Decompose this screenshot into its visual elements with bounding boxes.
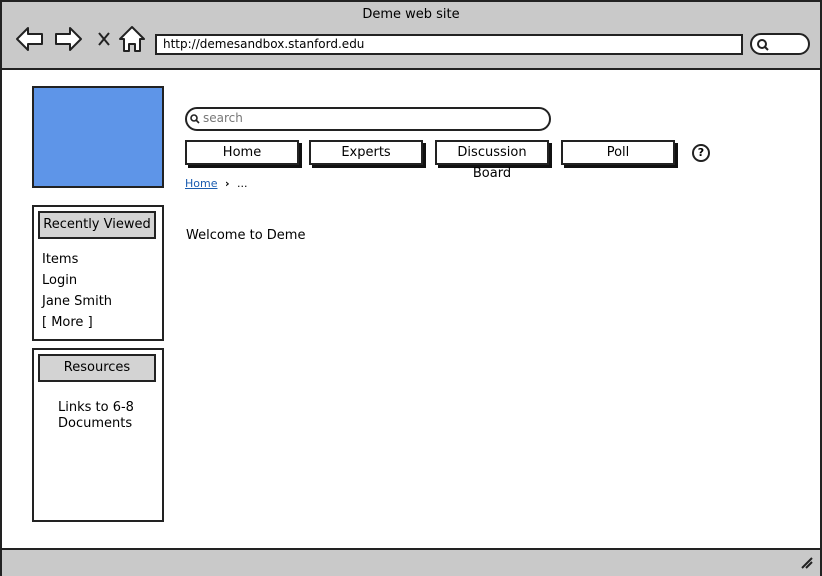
resources-panel: Resources Links to 6-8 Documents (32, 348, 164, 522)
address-bar[interactable]: http://demesandbox.stanford.edu (155, 34, 743, 55)
chevron-right-icon: › (224, 177, 230, 190)
recent-item-jane-smith[interactable]: Jane Smith (42, 291, 112, 312)
resources-text-line1: Links to 6-8 (58, 400, 134, 415)
help-icon[interactable]: ? (692, 144, 710, 162)
site-search-input[interactable]: search (185, 107, 551, 131)
tab-experts[interactable]: Experts (309, 140, 423, 165)
search-icon (757, 39, 769, 51)
home-icon[interactable] (118, 24, 148, 54)
browser-titlebar: Deme web site http://demesandbox.stanfor… (2, 2, 820, 70)
welcome-text: Welcome to Deme (186, 228, 306, 243)
tab-home[interactable]: Home (185, 140, 299, 165)
recent-item-more[interactable]: [ More ] (42, 312, 112, 333)
search-placeholder: search (203, 111, 243, 125)
resources-text-line2: Documents (58, 416, 133, 431)
window-title: Deme web site (362, 7, 460, 22)
recently-viewed-panel: Recently Viewed Items Login Jane Smith [… (32, 205, 164, 341)
resources-title: Resources (38, 354, 156, 382)
breadcrumb-home[interactable]: Home (185, 177, 217, 190)
browser-search-box[interactable] (750, 33, 810, 55)
forward-arrow-icon[interactable] (54, 24, 84, 54)
logo-placeholder (32, 86, 164, 188)
resize-grip-icon[interactable] (800, 556, 814, 570)
breadcrumb: Home › ... (185, 177, 248, 190)
browser-window: Deme web site http://demesandbox.stanfor… (0, 0, 822, 576)
resources-text: Links to 6-8 Documents (58, 400, 134, 432)
recently-viewed-title: Recently Viewed (38, 211, 156, 239)
search-icon (190, 114, 200, 124)
breadcrumb-current: ... (237, 177, 248, 190)
recent-item-login[interactable]: Login (42, 270, 112, 291)
recent-item-items[interactable]: Items (42, 249, 112, 270)
tab-discussion-board[interactable]: Discussion Board (435, 140, 549, 181)
tab-poll[interactable]: Poll (561, 140, 675, 165)
browser-statusbar (2, 548, 820, 576)
back-arrow-icon[interactable] (14, 24, 44, 54)
